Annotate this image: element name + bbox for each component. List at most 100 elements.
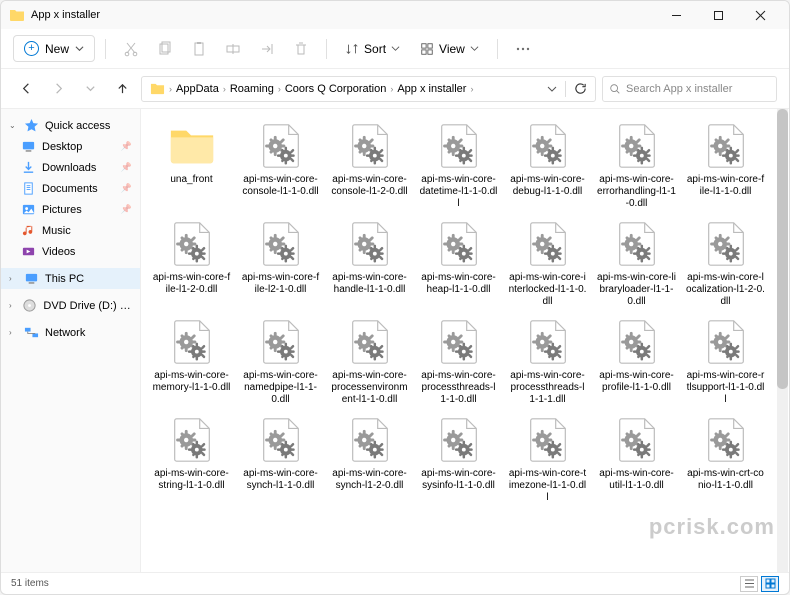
file-item[interactable]: api-ms-win-core-file-l1-2-0.dll — [149, 215, 234, 311]
details-view-toggle[interactable] — [740, 576, 758, 592]
file-item[interactable]: api-ms-win-core-timezone-l1-1-0.dll — [505, 411, 590, 507]
search-icon — [609, 83, 621, 95]
close-button[interactable] — [739, 1, 781, 29]
sidebar-item-documents[interactable]: Documents📌 — [1, 178, 140, 199]
documents-icon — [21, 181, 36, 196]
videos-icon — [21, 244, 36, 259]
maximize-button[interactable] — [697, 1, 739, 29]
sidebar-item-label: Desktop — [42, 141, 82, 153]
minimize-button[interactable] — [655, 1, 697, 29]
file-item[interactable]: api-ms-win-core-file-l2-1-0.dll — [238, 215, 323, 311]
file-item[interactable]: api-ms-win-core-datetime-l1-1-0.dll — [416, 117, 501, 213]
window-title: App x installer — [31, 9, 655, 21]
refresh-icon[interactable] — [574, 82, 587, 95]
sidebar-quick-access[interactable]: ⌄ Quick access — [1, 115, 140, 136]
forward-button[interactable] — [45, 76, 71, 102]
up-button[interactable] — [109, 76, 135, 102]
scrollbar-thumb[interactable] — [777, 109, 788, 389]
dll-icon — [433, 120, 485, 172]
file-label: api-ms-win-core-processthreads-l1-1-1.dl… — [508, 370, 587, 406]
breadcrumb-item[interactable]: App x installer — [397, 83, 466, 95]
sidebar-network[interactable]: › Network — [1, 322, 140, 343]
search-input[interactable]: Search App x installer — [602, 76, 777, 102]
more-button[interactable] — [508, 34, 538, 64]
sidebar-this-pc[interactable]: › This PC — [1, 268, 140, 289]
file-item[interactable]: api-ms-win-core-libraryloader-l1-1-0.dll — [594, 215, 679, 311]
back-button[interactable] — [13, 76, 39, 102]
plus-icon: + — [24, 41, 39, 56]
sidebar-item-videos[interactable]: Videos — [1, 241, 140, 262]
file-item[interactable]: api-ms-win-core-interlocked-l1-1-0.dll — [505, 215, 590, 311]
downloads-icon — [21, 160, 36, 175]
file-item[interactable]: api-ms-win-core-synch-l1-1-0.dll — [238, 411, 323, 507]
chevron-down-icon[interactable] — [547, 84, 557, 94]
dll-icon — [344, 414, 396, 466]
pin-icon: 📌 — [121, 141, 132, 152]
file-item[interactable]: api-ms-win-core-handle-l1-1-0.dll — [327, 215, 412, 311]
file-item[interactable]: api-ms-win-core-localization-l1-2-0.dll — [683, 215, 768, 311]
pc-icon — [24, 271, 39, 286]
dll-icon — [344, 316, 396, 368]
sort-label: Sort — [364, 42, 386, 56]
breadcrumb-item[interactable]: Coors Q Corporation — [285, 83, 387, 95]
file-item[interactable]: api-ms-win-core-rtlsupport-l1-1-0.dll — [683, 313, 768, 409]
chevron-right-icon: › — [9, 274, 18, 283]
sidebar-dvd[interactable]: › DVD Drive (D:) CCCC — [1, 295, 140, 316]
paste-icon[interactable] — [184, 34, 214, 64]
breadcrumb-item[interactable]: Roaming — [230, 83, 274, 95]
file-item[interactable]: api-ms-win-crt-conio-l1-1-0.dll — [683, 411, 768, 507]
sidebar-item-downloads[interactable]: Downloads📌 — [1, 157, 140, 178]
icons-view-toggle[interactable] — [761, 576, 779, 592]
delete-icon[interactable] — [286, 34, 316, 64]
file-item[interactable]: api-ms-win-core-processenvironment-l1-1-… — [327, 313, 412, 409]
dll-icon — [166, 414, 218, 466]
file-item[interactable]: api-ms-win-core-processthreads-l1-1-1.dl… — [505, 313, 590, 409]
file-label: api-ms-win-core-debug-l1-1-0.dll — [508, 174, 587, 198]
file-item[interactable]: api-ms-win-core-string-l1-1-0.dll — [149, 411, 234, 507]
scrollbar[interactable] — [777, 109, 788, 572]
share-icon[interactable] — [252, 34, 282, 64]
sort-dropdown[interactable]: Sort — [337, 37, 408, 61]
chevron-right-icon: › — [9, 328, 18, 337]
pictures-icon — [21, 202, 36, 217]
file-item[interactable]: api-ms-win-core-memory-l1-1-0.dll — [149, 313, 234, 409]
file-item[interactable]: api-ms-win-core-errorhandling-l1-1-0.dll — [594, 117, 679, 213]
file-item[interactable]: api-ms-win-core-namedpipe-l1-1-0.dll — [238, 313, 323, 409]
dll-icon — [166, 218, 218, 270]
chevron-down-icon[interactable] — [77, 76, 103, 102]
file-item[interactable]: api-ms-win-core-heap-l1-1-0.dll — [416, 215, 501, 311]
dll-icon — [522, 218, 574, 270]
view-dropdown[interactable]: View — [412, 37, 487, 61]
folder-item[interactable]: una_front — [149, 117, 234, 213]
file-item[interactable]: api-ms-win-core-file-l1-1-0.dll — [683, 117, 768, 213]
file-item[interactable]: api-ms-win-core-processthreads-l1-1-0.dl… — [416, 313, 501, 409]
sidebar-item-label: Music — [42, 225, 71, 237]
cut-icon[interactable] — [116, 34, 146, 64]
new-button[interactable]: + New — [13, 35, 95, 62]
dll-icon — [611, 218, 663, 270]
file-label: api-ms-win-core-file-l2-1-0.dll — [241, 272, 320, 296]
file-item[interactable]: api-ms-win-core-synch-l1-2-0.dll — [327, 411, 412, 507]
explorer-window: App x installer + New Sort View — [0, 0, 790, 595]
file-label: api-ms-win-core-libraryloader-l1-1-0.dll — [597, 272, 676, 308]
sidebar-item-label: Videos — [42, 246, 75, 258]
sidebar-item-music[interactable]: Music — [1, 220, 140, 241]
new-label: New — [45, 42, 69, 56]
file-label: api-ms-win-core-util-l1-1-0.dll — [597, 468, 676, 492]
file-item[interactable]: api-ms-win-core-util-l1-1-0.dll — [594, 411, 679, 507]
rename-icon[interactable] — [218, 34, 248, 64]
file-pane[interactable]: una_frontapi-ms-win-core-console-l1-1-0.… — [141, 109, 789, 572]
file-item[interactable]: api-ms-win-core-sysinfo-l1-1-0.dll — [416, 411, 501, 507]
file-item[interactable]: api-ms-win-core-console-l1-2-0.dll — [327, 117, 412, 213]
sidebar-label: Quick access — [45, 120, 110, 132]
file-item[interactable]: api-ms-win-core-profile-l1-1-0.dll — [594, 313, 679, 409]
sidebar-item-desktop[interactable]: Desktop 📌 — [1, 136, 140, 157]
sidebar-item-pictures[interactable]: Pictures📌 — [1, 199, 140, 220]
copy-icon[interactable] — [150, 34, 180, 64]
file-item[interactable]: api-ms-win-core-debug-l1-1-0.dll — [505, 117, 590, 213]
dll-icon — [522, 316, 574, 368]
breadcrumb-item[interactable]: AppData — [176, 83, 219, 95]
file-item[interactable]: api-ms-win-core-console-l1-1-0.dll — [238, 117, 323, 213]
breadcrumb[interactable]: › AppData› Roaming› Coors Q Corporation›… — [141, 76, 596, 102]
dll-icon — [700, 120, 752, 172]
